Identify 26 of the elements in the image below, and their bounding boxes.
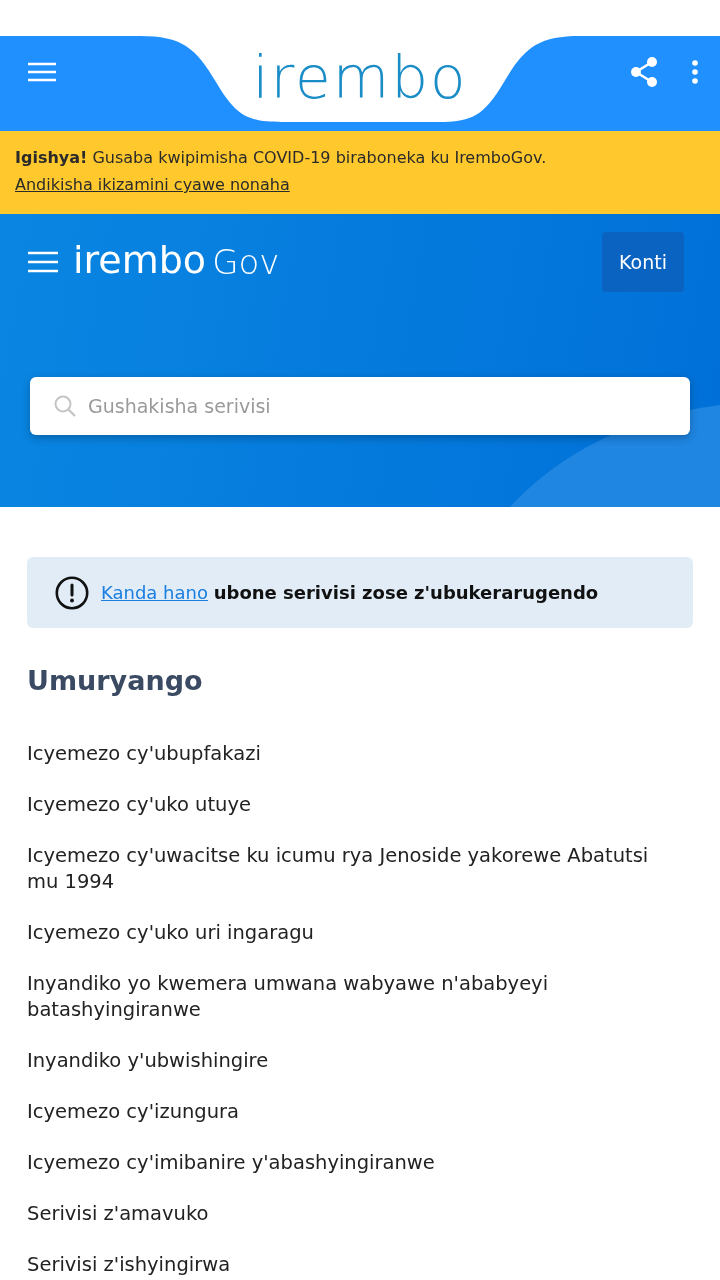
site-logo-suffix: Gov bbox=[212, 245, 280, 279]
site-logo: irembo bbox=[73, 241, 207, 279]
app-logo: irembo bbox=[252, 49, 468, 107]
service-link[interactable]: Inyandiko yo kwemera umwana wabyawe n'ababyeyi batashyingiranwe bbox=[27, 971, 669, 1023]
service-link[interactable]: Icyemezo cy'izungura bbox=[27, 1099, 669, 1125]
service-link[interactable]: Icyemezo cy'uko utuye bbox=[27, 792, 669, 818]
info-text: Kanda hano ubone serivisi zose z'ubukerarugendo bbox=[101, 582, 599, 603]
service-link[interactable]: Icyemezo cy'uko uri ingaragu bbox=[27, 920, 669, 946]
search-icon bbox=[54, 395, 76, 417]
notice-text: Igishya! Gusaba kwipimisha COVID-19 biraboneka ku IremboGov. Andikisha ikizamini cyawe nonaha bbox=[15, 147, 548, 196]
service-link[interactable]: Serivisi z'amavuko bbox=[27, 1201, 669, 1227]
notice-link[interactable]: Andikisha ikizamini cyawe nonaha bbox=[15, 175, 290, 194]
service-link[interactable]: Icyemezo cy'ubupfakazi bbox=[27, 741, 669, 767]
account-button[interactable]: Konti bbox=[602, 232, 684, 292]
service-link[interactable]: Icyemezo cy'imibanire y'abashyingiranwe bbox=[27, 1150, 669, 1176]
service-link[interactable]: Serivisi z'ishyingirwa bbox=[27, 1252, 669, 1278]
share-icon bbox=[630, 56, 658, 87]
exclamation-circle-icon bbox=[55, 575, 89, 610]
menu-icon bbox=[28, 61, 56, 82]
search-field[interactable]: Gushakisha serivisi bbox=[30, 377, 690, 435]
more-icon bbox=[692, 59, 698, 84]
service-link[interactable]: Icyemezo cy'uwacitse ku icumu rya Jenoside yakorewe Abatutsi mu 1994 bbox=[27, 843, 669, 895]
section-title: Umuryango bbox=[27, 664, 204, 698]
service-link[interactable]: Inyandiko y'ubwishingire bbox=[27, 1048, 669, 1074]
info-link[interactable]: Kanda hano bbox=[101, 582, 208, 603]
menu-icon bbox=[28, 251, 58, 273]
